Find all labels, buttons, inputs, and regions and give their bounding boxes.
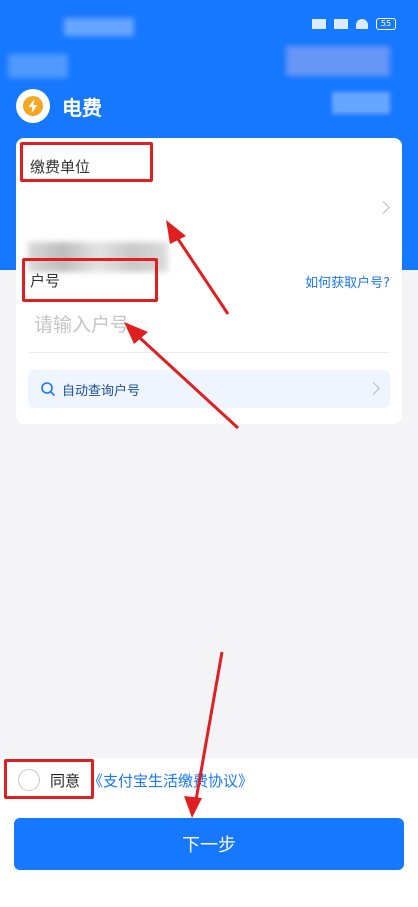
annotation-box-agree	[4, 759, 94, 799]
chevron-right-icon	[377, 201, 390, 214]
agreement-link[interactable]: 《支付宝生活缴费协议》	[88, 770, 253, 791]
payment-form-card: 缴费单位 户号 如何获取户号? 请输入户号 自动查询户号	[16, 138, 402, 424]
annotation-box-unit	[20, 142, 153, 182]
header-right-blur	[332, 92, 390, 114]
auto-query-button[interactable]: 自动查询户号	[28, 370, 390, 408]
baidu-watermark: Bai 经验	[346, 874, 400, 889]
signal2-icon	[334, 19, 348, 29]
page-title: 电费	[62, 95, 102, 120]
account-placeholder: 请输入户号	[34, 314, 130, 336]
status-blur	[64, 18, 134, 36]
status-icons: 55	[312, 18, 396, 30]
nav-back-blur	[8, 54, 68, 78]
unit-selector[interactable]	[16, 186, 402, 272]
divider	[28, 352, 390, 353]
search-icon	[41, 382, 55, 396]
signal-icon	[312, 19, 326, 29]
next-step-label: 下一步	[182, 835, 236, 856]
nav-right-blur	[286, 46, 390, 76]
annotation-box-account	[22, 258, 158, 302]
auto-query-label: 自动查询户号	[62, 384, 141, 399]
page-title-row: 电费	[16, 88, 102, 124]
lightning-icon	[16, 89, 50, 123]
account-input[interactable]: 请输入户号	[16, 302, 402, 348]
account-help-link[interactable]: 如何获取户号?	[305, 272, 390, 291]
chevron-right-icon	[367, 382, 380, 395]
wifi-icon	[356, 19, 368, 29]
next-step-button[interactable]: 下一步	[14, 818, 404, 870]
battery-icon: 55	[376, 18, 396, 30]
status-bar: 55	[0, 0, 418, 40]
